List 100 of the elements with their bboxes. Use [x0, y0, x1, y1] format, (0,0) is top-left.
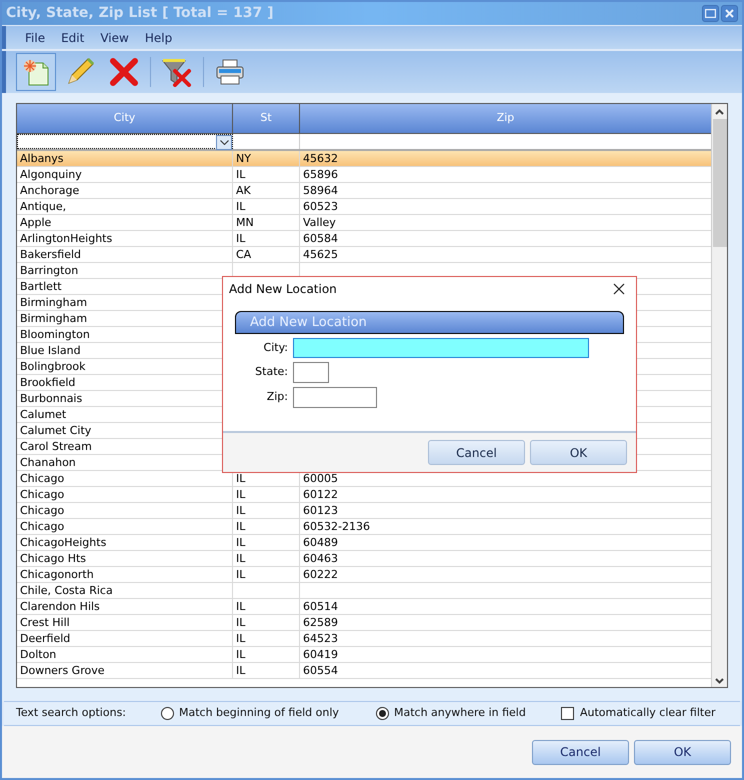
table-cell: Blue Island	[20, 344, 81, 357]
table-cell: IL	[236, 520, 246, 533]
table-cell: Chicago	[20, 520, 64, 533]
table-cell: 62589	[303, 616, 338, 629]
table-row[interactable]: Anchorage AK 58964	[17, 183, 711, 199]
table-cell: IL	[236, 200, 246, 213]
table-cell: NY	[236, 152, 251, 165]
scroll-up-icon[interactable]	[715, 109, 724, 115]
table-cell: Bolingbrook	[20, 360, 86, 373]
table-cell: CA	[236, 248, 252, 261]
pencil-icon	[65, 57, 95, 87]
table-cell: Dolton	[20, 648, 56, 661]
table-cell: Crest Hill	[20, 616, 70, 629]
table-cell: Antique,	[20, 200, 66, 213]
table-cell: IL	[236, 648, 246, 661]
table-cell: Anchorage	[20, 184, 80, 197]
table-row[interactable]: ArlingtonHeights IL 60584	[17, 231, 711, 247]
table-row[interactable]: Downers Grove IL 60554	[17, 663, 711, 679]
table-cell: Birmingham	[20, 296, 88, 309]
table-row[interactable]: Deerfield IL 64523	[17, 631, 711, 647]
input-field[interactable]	[293, 387, 377, 408]
table-cell: Birmingham	[20, 312, 88, 325]
table-row[interactable]: ChicagoHeights IL 60489	[17, 535, 711, 551]
radio-label: Match anywhere in field	[394, 705, 526, 722]
radio-button[interactable]	[376, 707, 389, 720]
table-row[interactable]: Bakersfield CA 45625	[17, 247, 711, 263]
table-row[interactable]: Chicago IL 60122	[17, 487, 711, 503]
table-cell: 60584	[303, 232, 338, 245]
table-cell: Bakersfield	[20, 248, 82, 261]
table-cell: Bloomington	[20, 328, 90, 341]
menu-item[interactable]: View	[93, 28, 136, 46]
table-cell: Algonquiny	[20, 168, 82, 181]
maximize-button[interactable]	[702, 5, 719, 22]
table-cell: 60222	[303, 568, 338, 581]
table-cell: Chile, Costa Rica	[20, 584, 113, 597]
table-cell: IL	[236, 568, 246, 581]
table-cell: 60419	[303, 648, 338, 661]
table-row[interactable]: Algonquiny IL 65896	[17, 167, 711, 183]
dropdown-button[interactable]	[216, 135, 232, 150]
table-row[interactable]: Dolton IL 60419	[17, 647, 711, 663]
dialog-button[interactable]: OK	[634, 740, 731, 764]
filter-field[interactable]	[17, 134, 233, 149]
dialog-button[interactable]: OK	[530, 440, 627, 465]
table-row[interactable]: Chile, Costa Rica	[17, 583, 711, 599]
table-cell: IL	[236, 488, 246, 501]
dialog-button[interactable]: Cancel	[532, 740, 629, 764]
table-cell: Calumet City	[20, 424, 92, 437]
field-label: State:	[254, 364, 289, 380]
table-cell: 60523	[303, 200, 338, 213]
table-cell: 60489	[303, 536, 338, 549]
chevron-down-icon	[220, 140, 228, 145]
table-row[interactable]: Chicagonorth IL 60222	[17, 567, 711, 583]
radio-button[interactable]	[161, 707, 174, 720]
table-cell: Valley	[303, 216, 336, 229]
scroll-down-icon[interactable]	[715, 678, 724, 684]
close-button[interactable]	[612, 282, 626, 296]
table-cell: 60532-2136	[303, 520, 370, 533]
table-cell: IL	[236, 472, 246, 485]
table-cell: 58964	[303, 184, 338, 197]
table-row[interactable]: Clarendon Hils IL 60514	[17, 599, 711, 615]
table-cell: Deerfield	[20, 632, 70, 645]
menu-item[interactable]: Edit	[54, 28, 92, 46]
table-cell: Clarendon Hils	[20, 600, 100, 613]
scroll-thumb[interactable]	[712, 119, 726, 247]
table-cell: 60514	[303, 600, 338, 613]
table-cell: IL	[236, 664, 246, 677]
table-cell: IL	[236, 168, 246, 181]
table-row[interactable]: Chicago Hts IL 60463	[17, 551, 711, 567]
table-cell: 45632	[303, 152, 338, 165]
menu-item[interactable]: File	[18, 28, 52, 46]
checkbox[interactable]	[561, 707, 574, 720]
printer-icon	[215, 57, 245, 87]
table-row[interactable]: Chicago IL 60532-2136	[17, 519, 711, 535]
dialog-title: Add New Location	[229, 281, 337, 298]
table-cell: IL	[236, 504, 246, 517]
dialog-button[interactable]: Cancel	[428, 440, 525, 465]
table-cell: IL	[236, 232, 246, 245]
input-field[interactable]	[293, 338, 589, 358]
table-cell: Chicago	[20, 472, 64, 485]
table-cell: Albanys	[20, 152, 64, 165]
table-cell: Carol Stream	[20, 440, 92, 453]
table-cell: IL	[236, 632, 246, 645]
table-row[interactable]: Chicago IL 60005	[17, 471, 711, 487]
table-row[interactable]: Chicago IL 60123	[17, 503, 711, 519]
input-field[interactable]	[293, 362, 329, 383]
table-row[interactable]: Albanys NY 45632	[17, 151, 711, 167]
field-label: City:	[262, 340, 289, 356]
toolbar-button[interactable]	[16, 53, 56, 91]
window-title: City, State, Zip List [ Total = 137 ]	[6, 4, 274, 23]
table-row[interactable]: Crest Hill IL 62589	[17, 615, 711, 631]
scrollbar[interactable]	[711, 104, 727, 687]
table-cell: Chicago Hts	[20, 552, 86, 565]
table-row[interactable]: Antique, IL 60523	[17, 199, 711, 215]
table-row[interactable]: Apple MN Valley	[17, 215, 711, 231]
close-icon	[613, 283, 625, 295]
table-cell: Bartlett	[20, 280, 62, 293]
section-header: Add New Location	[235, 311, 624, 334]
menu-item[interactable]: Help	[138, 28, 180, 46]
delete-icon	[109, 57, 139, 87]
maximize-icon	[705, 9, 716, 18]
